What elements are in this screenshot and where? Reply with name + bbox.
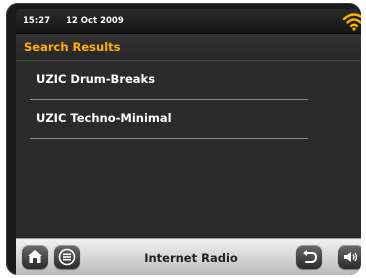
- list-item-label: UZIC Techno-Minimal: [36, 111, 172, 125]
- home-icon: [28, 250, 42, 263]
- list-item[interactable]: UZIC Techno-Minimal: [16, 100, 316, 139]
- status-date: 12 Oct 2009: [66, 16, 124, 26]
- list-item[interactable]: UZIC Drum-Breaks: [16, 61, 316, 100]
- device-frame: 15:27 12 Oct 2009 Search Results UZIC Dr…: [6, 3, 361, 275]
- divider: [30, 138, 308, 139]
- status-time: 15:27: [23, 16, 51, 26]
- page-title: Search Results: [24, 40, 121, 54]
- back-icon: [303, 250, 318, 263]
- status-bar: 15:27 12 Oct 2009: [16, 9, 361, 34]
- title-bar: Search Results: [16, 34, 361, 61]
- menu-button[interactable]: [54, 245, 80, 269]
- volume-icon: [344, 252, 358, 262]
- home-button[interactable]: [22, 245, 48, 269]
- wifi-icon: [342, 11, 361, 31]
- list-item-label: UZIC Drum-Breaks: [36, 72, 156, 86]
- back-button[interactable]: [296, 245, 322, 269]
- bottom-bar: Internet Radio: [16, 238, 361, 275]
- bottom-title: Internet Radio: [144, 251, 238, 265]
- menu-icon: [58, 248, 76, 266]
- volume-button[interactable]: [338, 245, 361, 269]
- screen: 15:27 12 Oct 2009 Search Results UZIC Dr…: [16, 9, 361, 275]
